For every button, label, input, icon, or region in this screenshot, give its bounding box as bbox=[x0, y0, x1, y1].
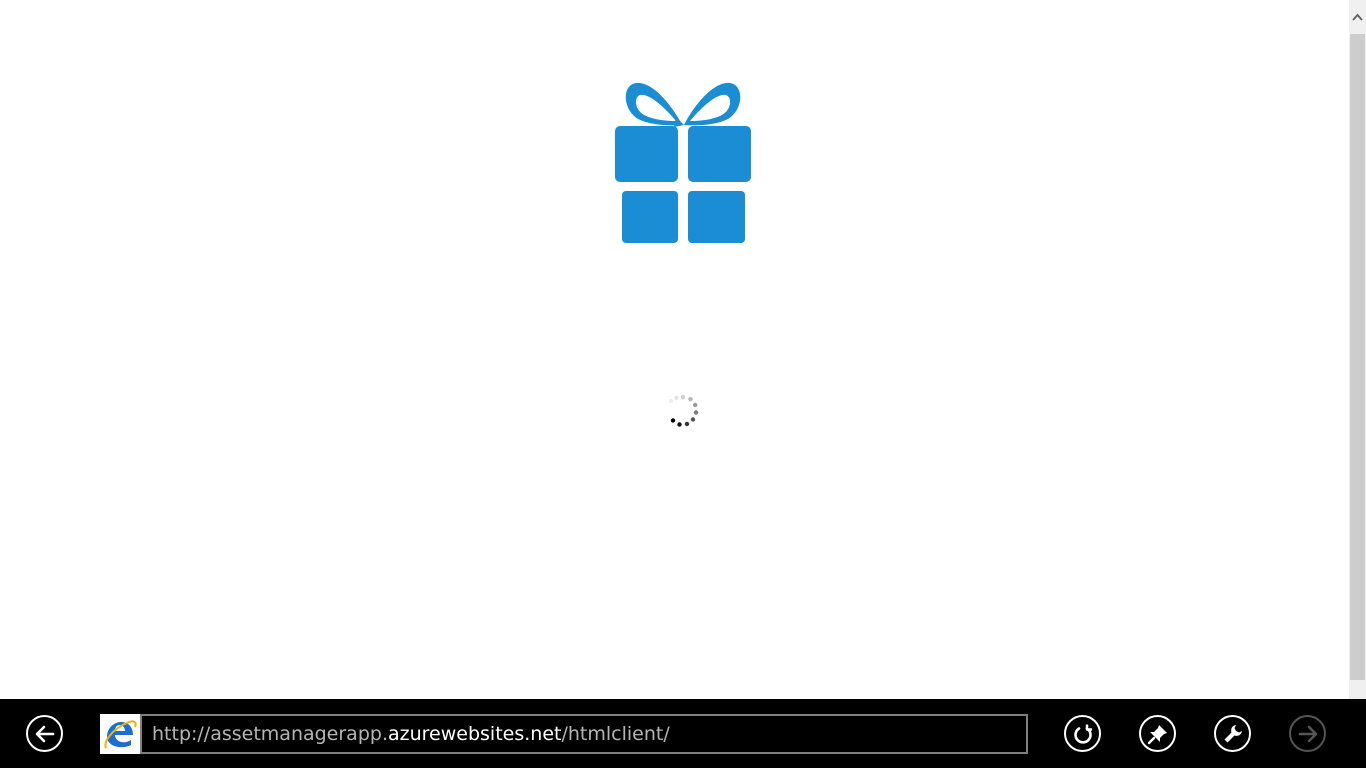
wrench-icon bbox=[1224, 724, 1242, 742]
browser-app-bar: http://assetmanagerapp. azurewebsites.net… bbox=[0, 699, 1366, 768]
url-field[interactable]: http://assetmanagerapp. azurewebsites.net… bbox=[140, 714, 1028, 754]
forward-button[interactable] bbox=[1289, 715, 1326, 752]
back-button[interactable] bbox=[26, 715, 63, 752]
pin-button[interactable] bbox=[1139, 715, 1176, 752]
pin-icon bbox=[1147, 724, 1167, 744]
url-host: azurewebsites.net bbox=[388, 723, 562, 745]
page-tools-button[interactable] bbox=[1214, 715, 1251, 752]
internet-explorer-icon bbox=[100, 714, 140, 754]
arrow-left-icon bbox=[35, 725, 54, 742]
scrollbar-thumb[interactable] bbox=[1350, 34, 1365, 680]
url-suffix: /htmlclient/ bbox=[561, 723, 670, 745]
web-page-content bbox=[0, 0, 1349, 699]
refresh-icon bbox=[1073, 724, 1092, 744]
loading-spinner-icon bbox=[669, 394, 699, 427]
chevron-up-icon[interactable] bbox=[1349, 0, 1366, 34]
url-prefix: http://assetmanagerapp. bbox=[152, 723, 388, 745]
gift-icon bbox=[615, 82, 751, 243]
refresh-button[interactable] bbox=[1064, 715, 1101, 752]
arrow-right-icon bbox=[1298, 725, 1317, 742]
vertical-scrollbar[interactable] bbox=[1349, 0, 1366, 699]
address-bar: http://assetmanagerapp. azurewebsites.net… bbox=[100, 714, 1028, 754]
